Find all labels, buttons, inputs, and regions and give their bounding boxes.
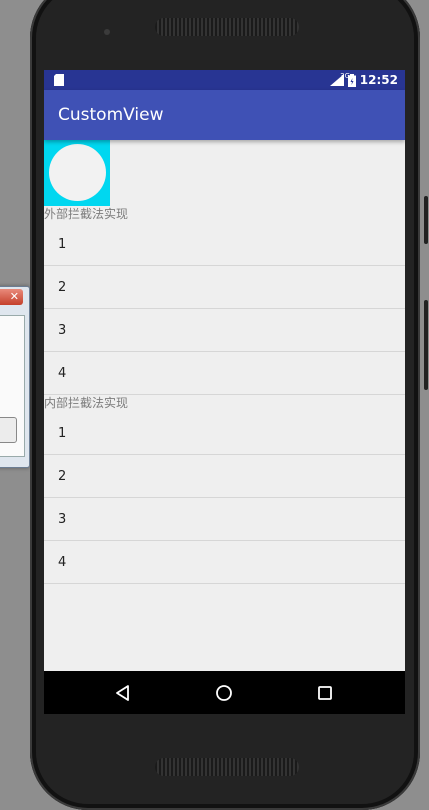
list-item[interactable]: 3 bbox=[44, 498, 405, 541]
navigation-bar bbox=[44, 671, 405, 714]
bottom-speaker-grille bbox=[155, 758, 299, 776]
circle-shape bbox=[49, 144, 106, 201]
battery-icon bbox=[347, 73, 356, 87]
custom-circle-view[interactable] bbox=[44, 140, 110, 206]
home-circle-icon[interactable] bbox=[214, 683, 234, 703]
list-item[interactable]: 1 bbox=[44, 223, 405, 266]
list-item[interactable]: 1 bbox=[44, 412, 405, 455]
app-title: CustomView bbox=[58, 105, 164, 125]
list-item[interactable]: 4 bbox=[44, 352, 405, 395]
list-item[interactable]: 2 bbox=[44, 455, 405, 498]
inner-intercept-list[interactable]: 1 2 3 4 bbox=[44, 412, 405, 584]
power-button bbox=[424, 196, 428, 244]
recent-square-icon[interactable] bbox=[315, 683, 335, 703]
dialog-close-icon[interactable]: ✕ bbox=[0, 289, 23, 305]
list-item[interactable]: 3 bbox=[44, 309, 405, 352]
outer-intercept-label: 外部拦截法实现 bbox=[44, 207, 129, 221]
sd-card-icon bbox=[54, 74, 64, 86]
volume-button bbox=[424, 300, 428, 390]
list-item[interactable]: 2 bbox=[44, 266, 405, 309]
front-camera bbox=[104, 29, 110, 35]
inner-intercept-label: 内部拦截法实现 bbox=[44, 396, 129, 410]
clock-time: 12:52 bbox=[359, 73, 398, 87]
device-screen: 3G 12:52 CustomView 外部拦截法实现 1 2 3 4 内部拦截… bbox=[44, 70, 405, 713]
dialog-button[interactable] bbox=[0, 417, 17, 443]
status-bar: 3G 12:52 bbox=[44, 70, 405, 90]
list-item[interactable]: 4 bbox=[44, 541, 405, 584]
background-dialog: ✕ bbox=[0, 286, 30, 468]
app-toolbar: CustomView bbox=[44, 90, 405, 140]
signal-icon bbox=[329, 74, 344, 86]
back-triangle-icon[interactable] bbox=[113, 683, 133, 703]
outer-intercept-list[interactable]: 1 2 3 4 bbox=[44, 223, 405, 395]
top-speaker-grille bbox=[155, 18, 299, 36]
